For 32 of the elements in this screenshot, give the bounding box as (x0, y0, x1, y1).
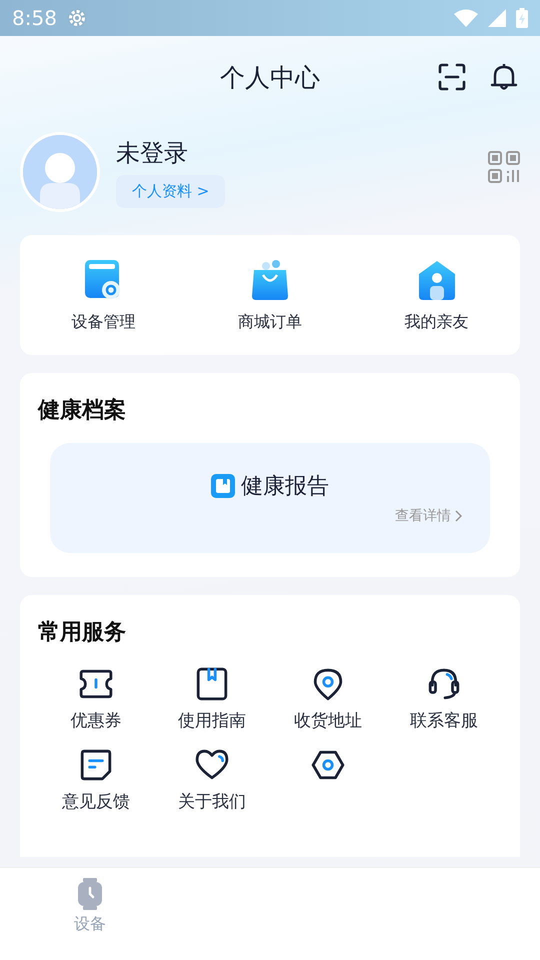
shopping-bag-icon (250, 258, 290, 302)
service-button[interactable]: 收货地址 (294, 667, 362, 732)
quick-action-button[interactable]: 设备管理 (71, 258, 136, 332)
health-report-card[interactable]: 健康报告 查看详情 (50, 443, 490, 553)
status-time: 8:58 (12, 6, 57, 30)
service-button[interactable]: 联系客服 (410, 667, 478, 732)
note-icon (79, 748, 113, 782)
battery-icon (516, 8, 528, 28)
quick-action-button[interactable]: 商城订单 (238, 258, 302, 332)
section-title: 常用服务 (38, 619, 127, 647)
report-title: 健康报告 (241, 473, 329, 501)
location-pin-icon (311, 667, 345, 701)
heart-icon (195, 748, 229, 782)
ticket-icon (79, 667, 113, 701)
section-title: 健康档案 (38, 396, 127, 425)
quick-action-button[interactable]: 我的亲友 (404, 258, 469, 332)
hexagon-icon (311, 748, 345, 782)
signal-icon (488, 9, 506, 27)
service-button[interactable]: 关于我们 (178, 748, 246, 813)
watch-icon (77, 878, 103, 910)
report-book-icon (211, 474, 235, 498)
service-button[interactable]: 优惠券 (70, 667, 122, 732)
user-name: 未登录 (116, 138, 188, 168)
chevron-right-icon (455, 510, 462, 522)
wifi-icon (454, 9, 478, 27)
headset-icon (427, 667, 461, 701)
qr-code-icon[interactable] (488, 151, 520, 183)
page-title: 个人中心 (220, 62, 320, 94)
service-button[interactable]: 使用指南 (178, 667, 246, 732)
book-icon (195, 667, 229, 701)
service-button[interactable]: 意见反馈 (62, 748, 130, 813)
settings-icon (66, 8, 87, 28)
